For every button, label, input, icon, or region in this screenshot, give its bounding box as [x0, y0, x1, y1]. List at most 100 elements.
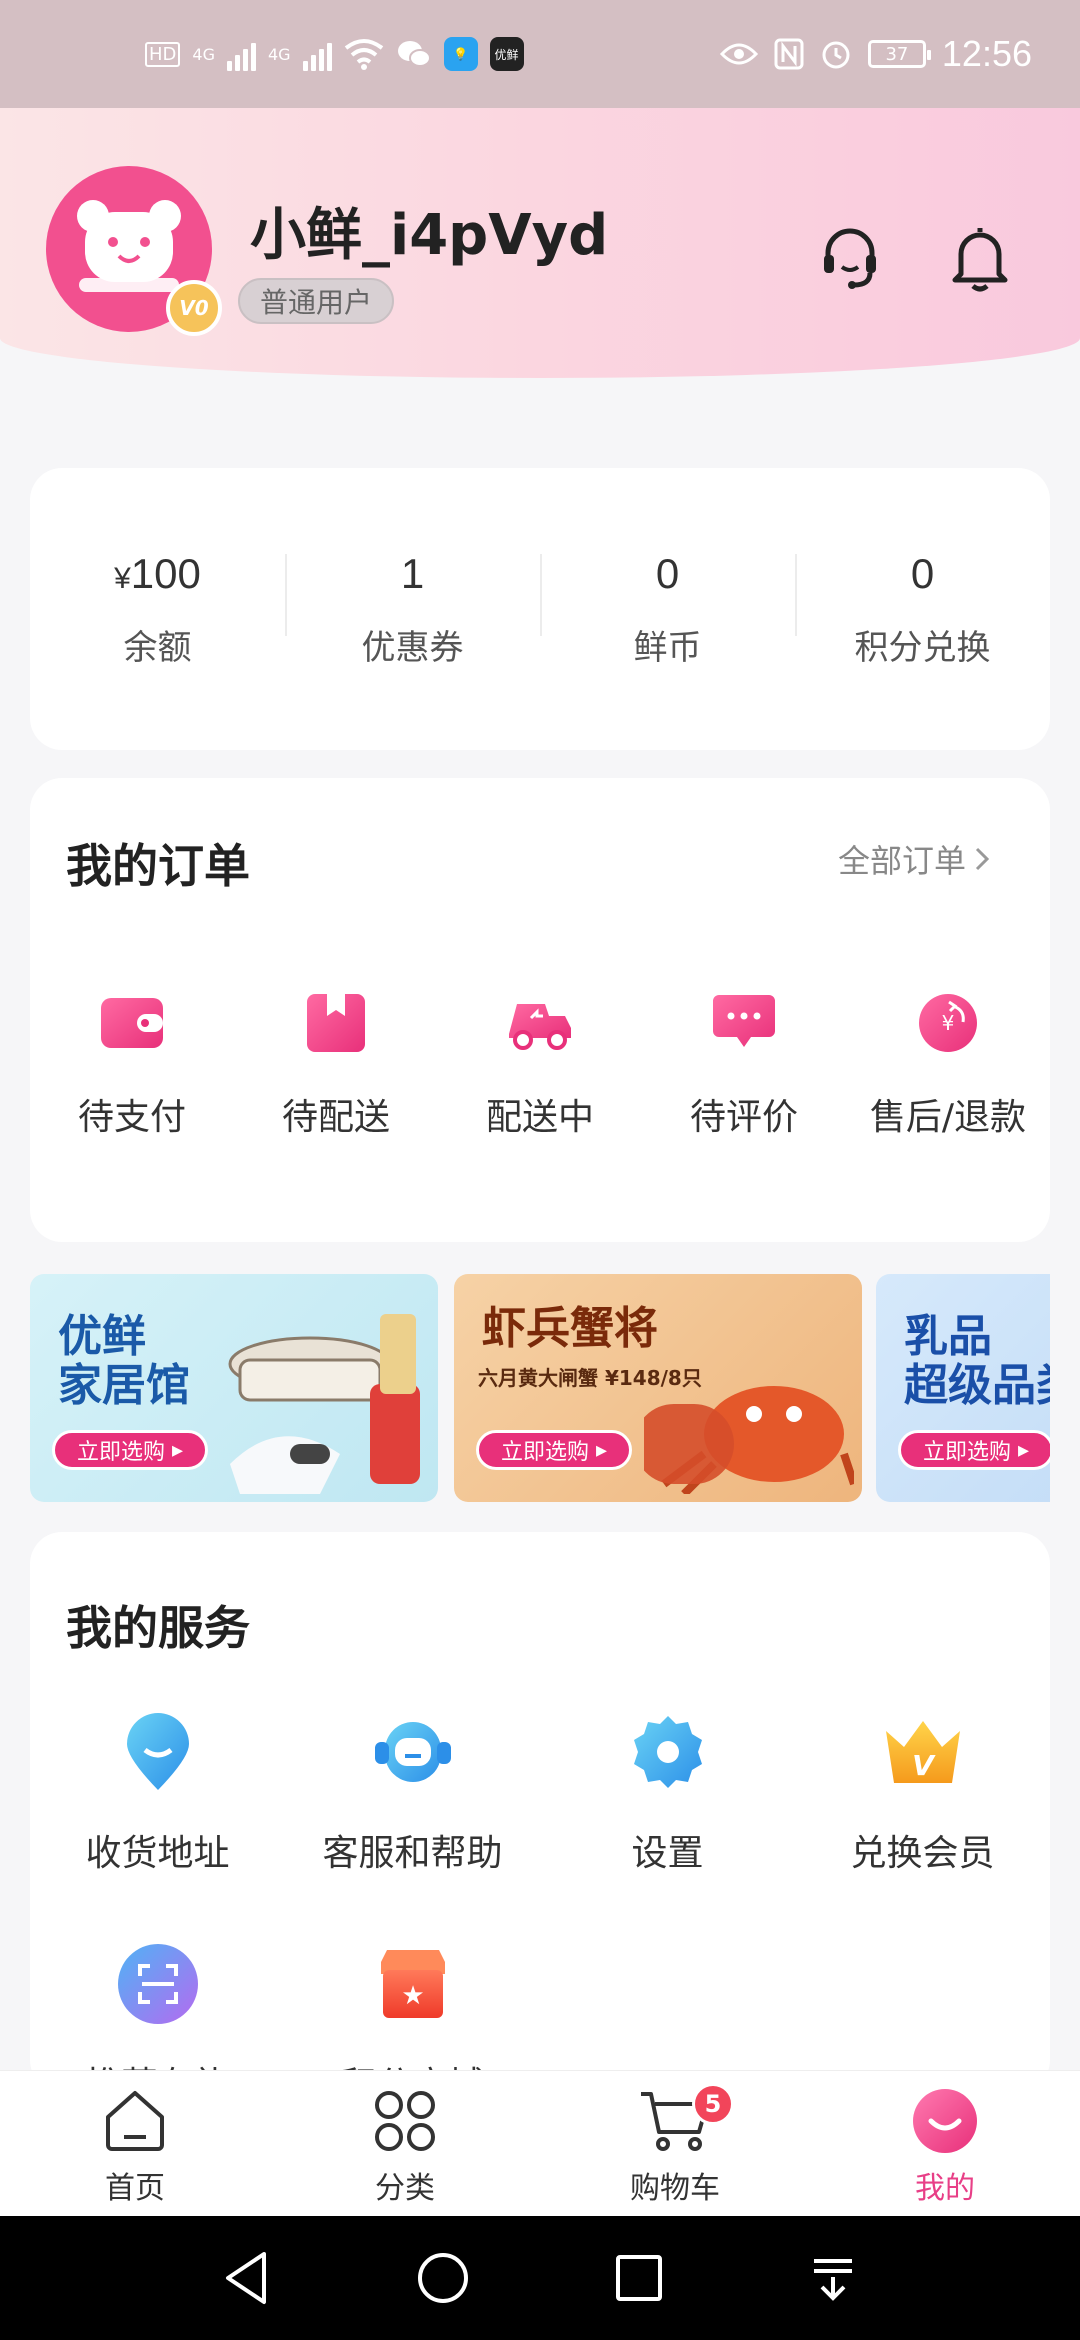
- package-icon: [307, 994, 365, 1052]
- banner-buy-button[interactable]: 立即选购 ▸: [52, 1430, 209, 1470]
- system-navigation-bar: [0, 2216, 1080, 2340]
- tab-category[interactable]: 分类: [270, 2071, 540, 2216]
- tab-cart[interactable]: 5 购物车: [540, 2071, 810, 2216]
- section-title: 我的服务: [66, 1601, 250, 1655]
- location-pin-icon: [126, 1713, 189, 1790]
- stat-value: 1: [400, 549, 425, 597]
- notification-button[interactable]: [940, 218, 1020, 298]
- svg-text:★: ★: [401, 1981, 424, 2011]
- back-icon[interactable]: [222, 2250, 272, 2306]
- service-label: 设置: [631, 1833, 704, 1874]
- section-title: 我的订单: [66, 839, 250, 893]
- chevron-right-icon: [975, 847, 990, 871]
- all-orders-link[interactable]: 全部订单: [838, 836, 990, 882]
- customer-service-icon: [374, 1722, 451, 1782]
- clock: 12:56: [941, 33, 1032, 74]
- level-badge: V0: [166, 280, 222, 336]
- stat-label: 优惠券: [361, 627, 464, 668]
- profile-icon: [913, 2089, 977, 2153]
- refund-icon: ¥: [919, 994, 977, 1052]
- stat-coupons[interactable]: 1 优惠券: [285, 550, 540, 669]
- tab-label: 首页: [105, 2171, 165, 2206]
- app-notification-icon: 💡: [443, 37, 478, 71]
- stat-value: 0: [655, 549, 680, 597]
- account-stats-card: ¥100 余额 1 优惠券 0 鲜币 0 积分兑换: [30, 468, 1050, 750]
- scan-icon: [117, 1944, 198, 2024]
- cookware-image: [228, 1314, 420, 1494]
- order-label: 待配送: [281, 1097, 390, 1138]
- gear-icon: [633, 1716, 702, 1788]
- recents-icon[interactable]: [614, 2253, 664, 2303]
- crab-image: [644, 1386, 854, 1494]
- tab-profile[interactable]: 我的: [810, 2071, 1080, 2216]
- banner-buy-button[interactable]: 立即选购 ▸: [898, 1430, 1050, 1470]
- order-label: 待评价: [689, 1097, 798, 1138]
- order-label: 待支付: [77, 1097, 186, 1138]
- banner-title: 优鲜: [58, 1311, 146, 1362]
- status-bar: HD 4G 4G 💡 优鲜 37 12:56: [0, 0, 1080, 108]
- stat-label: 余额: [123, 627, 192, 668]
- stat-points[interactable]: 0 积分兑换: [795, 550, 1050, 669]
- promo-banner-dairy[interactable]: 乳品超级品类 立即选购 ▸: [876, 1274, 1050, 1502]
- comment-icon: [713, 995, 775, 1047]
- service-label: 收货地址: [85, 1833, 230, 1874]
- banner-button-label: 立即选购: [501, 1440, 590, 1465]
- order-pending-delivery[interactable]: 待配送: [234, 988, 438, 1140]
- order-label: 配送中: [485, 1097, 594, 1138]
- signal-icon: [226, 37, 256, 71]
- service-help[interactable]: 客服和帮助: [285, 1710, 540, 1942]
- order-after-sales[interactable]: ¥ 售后/退款: [846, 988, 1050, 1140]
- order-in-delivery[interactable]: 配送中: [438, 988, 642, 1140]
- banner-button-label: 立即选购: [77, 1440, 166, 1465]
- hd-indicator: HD: [145, 41, 181, 67]
- nfc-icon: [774, 38, 804, 70]
- stat-value: 0: [910, 549, 935, 597]
- tab-label: 分类: [375, 2171, 435, 2206]
- service-label: 客服和帮助: [322, 1833, 503, 1874]
- svg-text:V: V: [912, 1749, 936, 1782]
- eye-icon: [719, 43, 758, 65]
- currency-symbol: ¥: [114, 561, 131, 595]
- banner-button-label: 立即选购: [923, 1440, 1012, 1465]
- delivery-truck-icon: [509, 1004, 571, 1050]
- tab-home[interactable]: 首页: [0, 2071, 270, 2216]
- alarm-icon: [822, 41, 850, 69]
- promo-banner-home[interactable]: 优鲜 家居馆 立即选购 ▸: [30, 1274, 438, 1502]
- service-vip[interactable]: V 兑换会员: [795, 1710, 1050, 1942]
- svg-text:¥: ¥: [942, 1011, 955, 1035]
- banner-title-line2: 家居馆: [58, 1360, 190, 1412]
- username: 小鲜_i4pVyd: [250, 203, 609, 268]
- stat-coins[interactable]: 0 鲜币: [540, 550, 795, 669]
- banner-title: 乳品: [904, 1311, 992, 1362]
- banner-buy-button[interactable]: 立即选购 ▸: [476, 1430, 633, 1470]
- service-address[interactable]: 收货地址: [30, 1710, 285, 1942]
- stat-balance[interactable]: ¥100 余额: [30, 550, 285, 669]
- notification-shade-icon[interactable]: [808, 2253, 858, 2303]
- stat-label: 积分兑换: [854, 627, 991, 668]
- service-settings[interactable]: 设置: [540, 1710, 795, 1942]
- app-notification-icon-2: 优鲜: [489, 37, 524, 71]
- vip-crown-icon: V: [885, 1721, 960, 1783]
- order-label: 售后/退款: [869, 1097, 1027, 1138]
- customer-service-button[interactable]: [810, 218, 890, 298]
- order-pending-review[interactable]: 待评价: [642, 988, 846, 1140]
- my-services-card: 我的服务 收货地址 客服和帮助 设置 V 兑换会员 推荐有礼 ★ 积分商城: [30, 1532, 1050, 2106]
- promo-banner-crab[interactable]: 虾兵蟹将 六月黄大闸蟹 ¥148/8只 立即选购 ▸: [454, 1274, 862, 1502]
- my-orders-card: 我的订单 全部订单 待支付 待配送 配送中 待评价 ¥ 售后/退款: [30, 778, 1050, 1242]
- all-orders-label: 全部订单: [837, 842, 966, 880]
- promo-banner-carousel[interactable]: 优鲜 家居馆 立即选购 ▸ 虾兵蟹将 六月黄大闸蟹 ¥148/8只 立即选购 ▸ …: [30, 1274, 1050, 1502]
- signal-icon-2: [302, 37, 332, 71]
- cart-count-badge: 5: [692, 2083, 734, 2125]
- banner-title-line2: 超级品类: [904, 1360, 1050, 1412]
- service-label: 兑换会员: [850, 1833, 995, 1874]
- tab-label: 我的: [915, 2171, 975, 2206]
- order-pending-payment[interactable]: 待支付: [30, 988, 234, 1140]
- wechat-icon: [397, 41, 431, 67]
- wifi-icon: [344, 39, 383, 70]
- stat-value: 100: [130, 549, 201, 597]
- profile-header: V0 小鲜_i4pVyd 普通用户: [0, 108, 1080, 378]
- bottom-tab-bar: 首页 分类 5 购物车 我的: [0, 2070, 1080, 2216]
- wallet-icon: [101, 998, 163, 1048]
- home-circle-icon[interactable]: [416, 2251, 470, 2305]
- tab-label: 购物车: [630, 2171, 720, 2206]
